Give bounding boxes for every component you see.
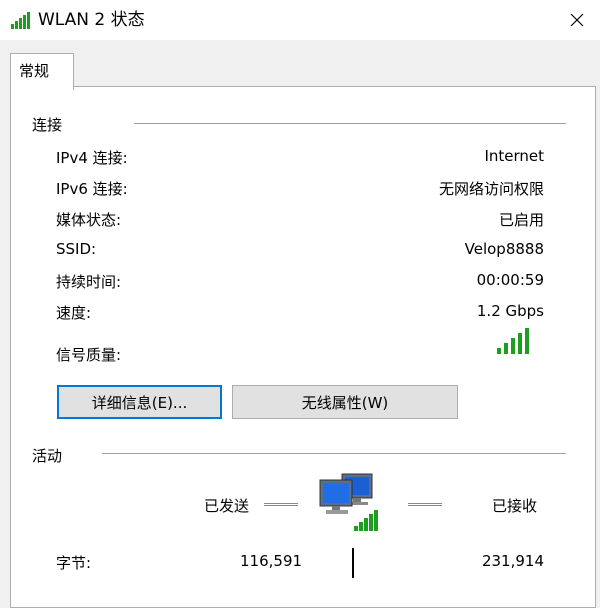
close-icon — [570, 13, 584, 27]
bytes-sent-value: 116,591 — [240, 552, 303, 570]
wireless-properties-button[interactable]: 无线属性(W) — [232, 385, 458, 419]
speed-label: 速度: — [56, 304, 92, 322]
signal-bar — [504, 343, 508, 354]
media-state-label: 媒体状态: — [56, 211, 122, 229]
tab-general-label: 常规 — [19, 62, 50, 80]
bytes-separator — [352, 548, 354, 578]
ipv6-label: IPv6 连接: — [56, 180, 128, 198]
connection-heading: 连接 — [32, 116, 63, 134]
close-button[interactable] — [554, 0, 600, 40]
signal-bar — [525, 328, 529, 354]
duration-label: 持续时间: — [56, 273, 122, 291]
duration-value: 00:00:59 — [476, 271, 544, 289]
connection-divider — [134, 123, 566, 124]
ssid-label: SSID: — [56, 240, 97, 258]
tab-general[interactable]: 常规 — [10, 53, 74, 90]
signal-bar — [497, 348, 501, 354]
activity-heading: 活动 — [32, 447, 63, 465]
received-label: 已接收 — [492, 497, 538, 515]
speed-value: 1.2 Gbps — [476, 302, 544, 320]
ipv4-label: IPv4 连接: — [56, 149, 128, 167]
signal-bar — [518, 333, 522, 354]
network-computers-icon — [319, 473, 378, 531]
sent-dash — [264, 503, 298, 506]
bytes-received-value: 231,914 — [481, 552, 544, 570]
received-dash — [408, 503, 442, 506]
ssid-value: Velop8888 — [464, 240, 544, 258]
window-title: WLAN 2 状态 — [38, 10, 145, 30]
ipv4-value: Internet — [484, 147, 544, 165]
title-bar: WLAN 2 状态 — [0, 0, 600, 40]
signal-quality-icon — [497, 328, 529, 354]
media-state-value: 已启用 — [498, 211, 544, 229]
bytes-label: 字节: — [56, 554, 92, 572]
signal-quality-label: 信号质量: — [56, 346, 122, 364]
sent-label: 已发送 — [204, 497, 250, 515]
details-button[interactable]: 详细信息(E)... — [57, 385, 222, 419]
wifi-signal-icon — [11, 12, 30, 29]
signal-bar — [511, 338, 515, 354]
ipv6-value: 无网络访问权限 — [438, 180, 544, 198]
activity-divider — [102, 453, 566, 454]
